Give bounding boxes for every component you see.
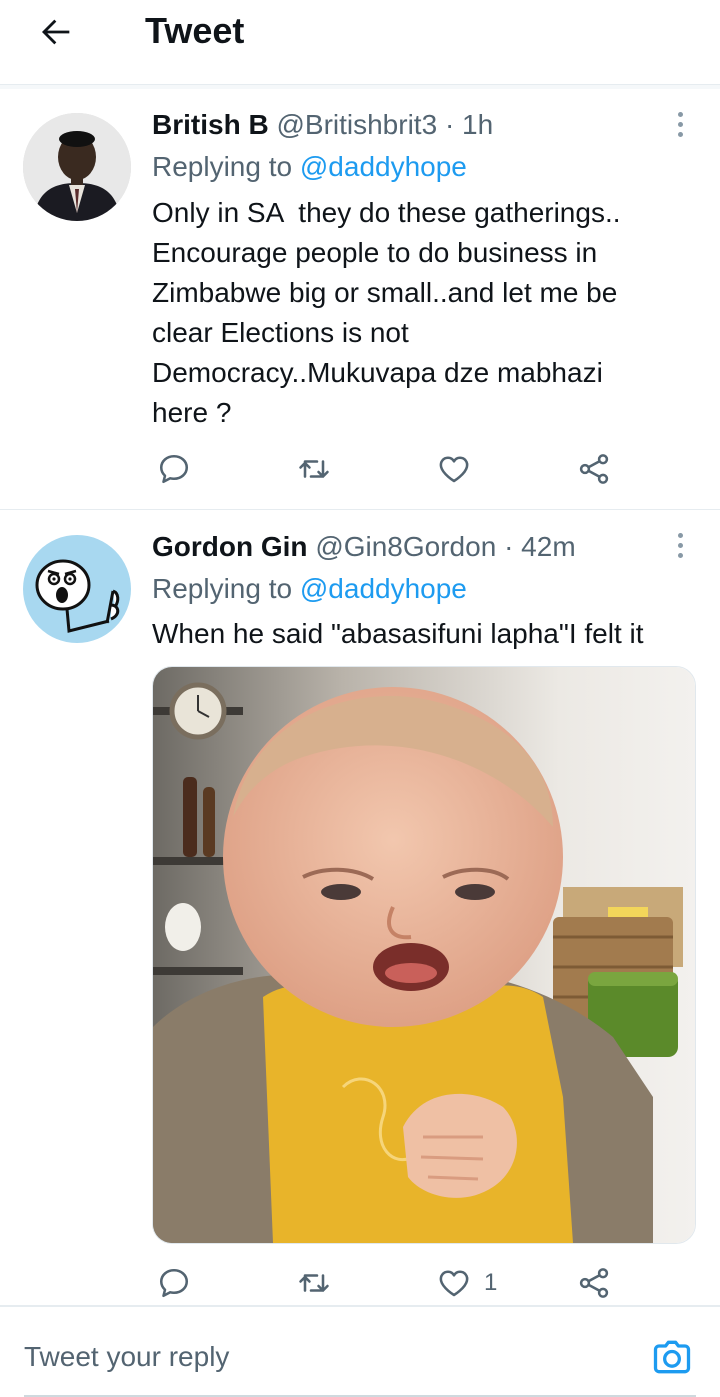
reply-button[interactable] [156, 447, 192, 491]
share-button[interactable] [576, 1261, 612, 1305]
top-app-bar: Tweet [0, 0, 720, 85]
replying-to-line: Replying to @daddyhope [152, 147, 467, 187]
reply-button[interactable] [156, 1261, 192, 1305]
camera-button[interactable] [648, 1333, 696, 1381]
separator-dot: · [504, 531, 514, 562]
more-dot [677, 542, 683, 548]
author-name[interactable]: British B [152, 109, 269, 140]
heart-icon [439, 456, 469, 483]
tweet-text: When he said "abasasifuni lapha"I felt i… [152, 618, 644, 649]
replying-to-line: Replying to @daddyhope [152, 569, 467, 609]
more-dot [677, 111, 683, 117]
like-button[interactable]: 1 [436, 1261, 497, 1305]
more-dot [677, 532, 683, 538]
reply-icon [159, 1268, 189, 1298]
replying-to-mention[interactable]: @daddyhope [300, 573, 467, 604]
share-icon [579, 1268, 609, 1298]
tweet-text: Only in SA they do these gatherings.. En… [152, 197, 621, 428]
reply-icon [159, 454, 189, 484]
back-button[interactable] [34, 12, 78, 52]
author-name[interactable]: Gordon Gin [152, 531, 308, 562]
tweet-actions: 1 [152, 1261, 632, 1305]
author-handle[interactable]: @Gin8Gordon [315, 531, 496, 562]
retweet-icon [299, 460, 329, 478]
retweet-button[interactable] [296, 1261, 332, 1305]
like-button[interactable] [436, 447, 472, 491]
more-dot [677, 552, 683, 558]
page-title: Tweet [145, 10, 245, 51]
avatar[interactable] [23, 113, 131, 221]
share-icon [579, 454, 609, 484]
arrow-left-icon [42, 19, 70, 45]
retweet-icon [299, 1274, 329, 1292]
more-dot [677, 121, 683, 127]
more-dot [677, 131, 683, 137]
replying-to-label: Replying to [152, 573, 293, 604]
tweet-media-photo[interactable] [152, 666, 696, 1244]
reply-input[interactable]: Tweet your reply [24, 1337, 584, 1377]
camera-icon [653, 1340, 691, 1374]
tweet-card[interactable]: British B @Britishbrit3 · 1h Replying to… [0, 89, 720, 510]
tweet-time: 42m [521, 531, 576, 562]
tweet-meta: Gordon Gin @Gin8Gordon · 42m [152, 527, 576, 567]
more-options-button[interactable] [664, 525, 696, 565]
like-count: 1 [484, 1269, 498, 1296]
share-button[interactable] [576, 447, 612, 491]
replying-to-mention[interactable]: @daddyhope [300, 151, 467, 182]
separator-dot: · [444, 109, 455, 140]
tweet-time: 1h [462, 109, 494, 140]
reply-composer: Tweet your reply [0, 1305, 720, 1397]
tweet-meta: British B @Britishbrit3 · 1h [152, 105, 493, 145]
author-handle[interactable]: @Britishbrit3 [276, 109, 437, 140]
more-options-button[interactable] [664, 104, 696, 144]
tweet-card[interactable]: Gordon Gin @Gin8Gordon · 42m Replying to… [0, 512, 720, 1304]
heart-icon [439, 1270, 469, 1297]
tweet-actions [152, 447, 632, 491]
retweet-button[interactable] [296, 447, 332, 491]
avatar[interactable] [23, 535, 131, 643]
replying-to-label: Replying to [152, 151, 293, 182]
